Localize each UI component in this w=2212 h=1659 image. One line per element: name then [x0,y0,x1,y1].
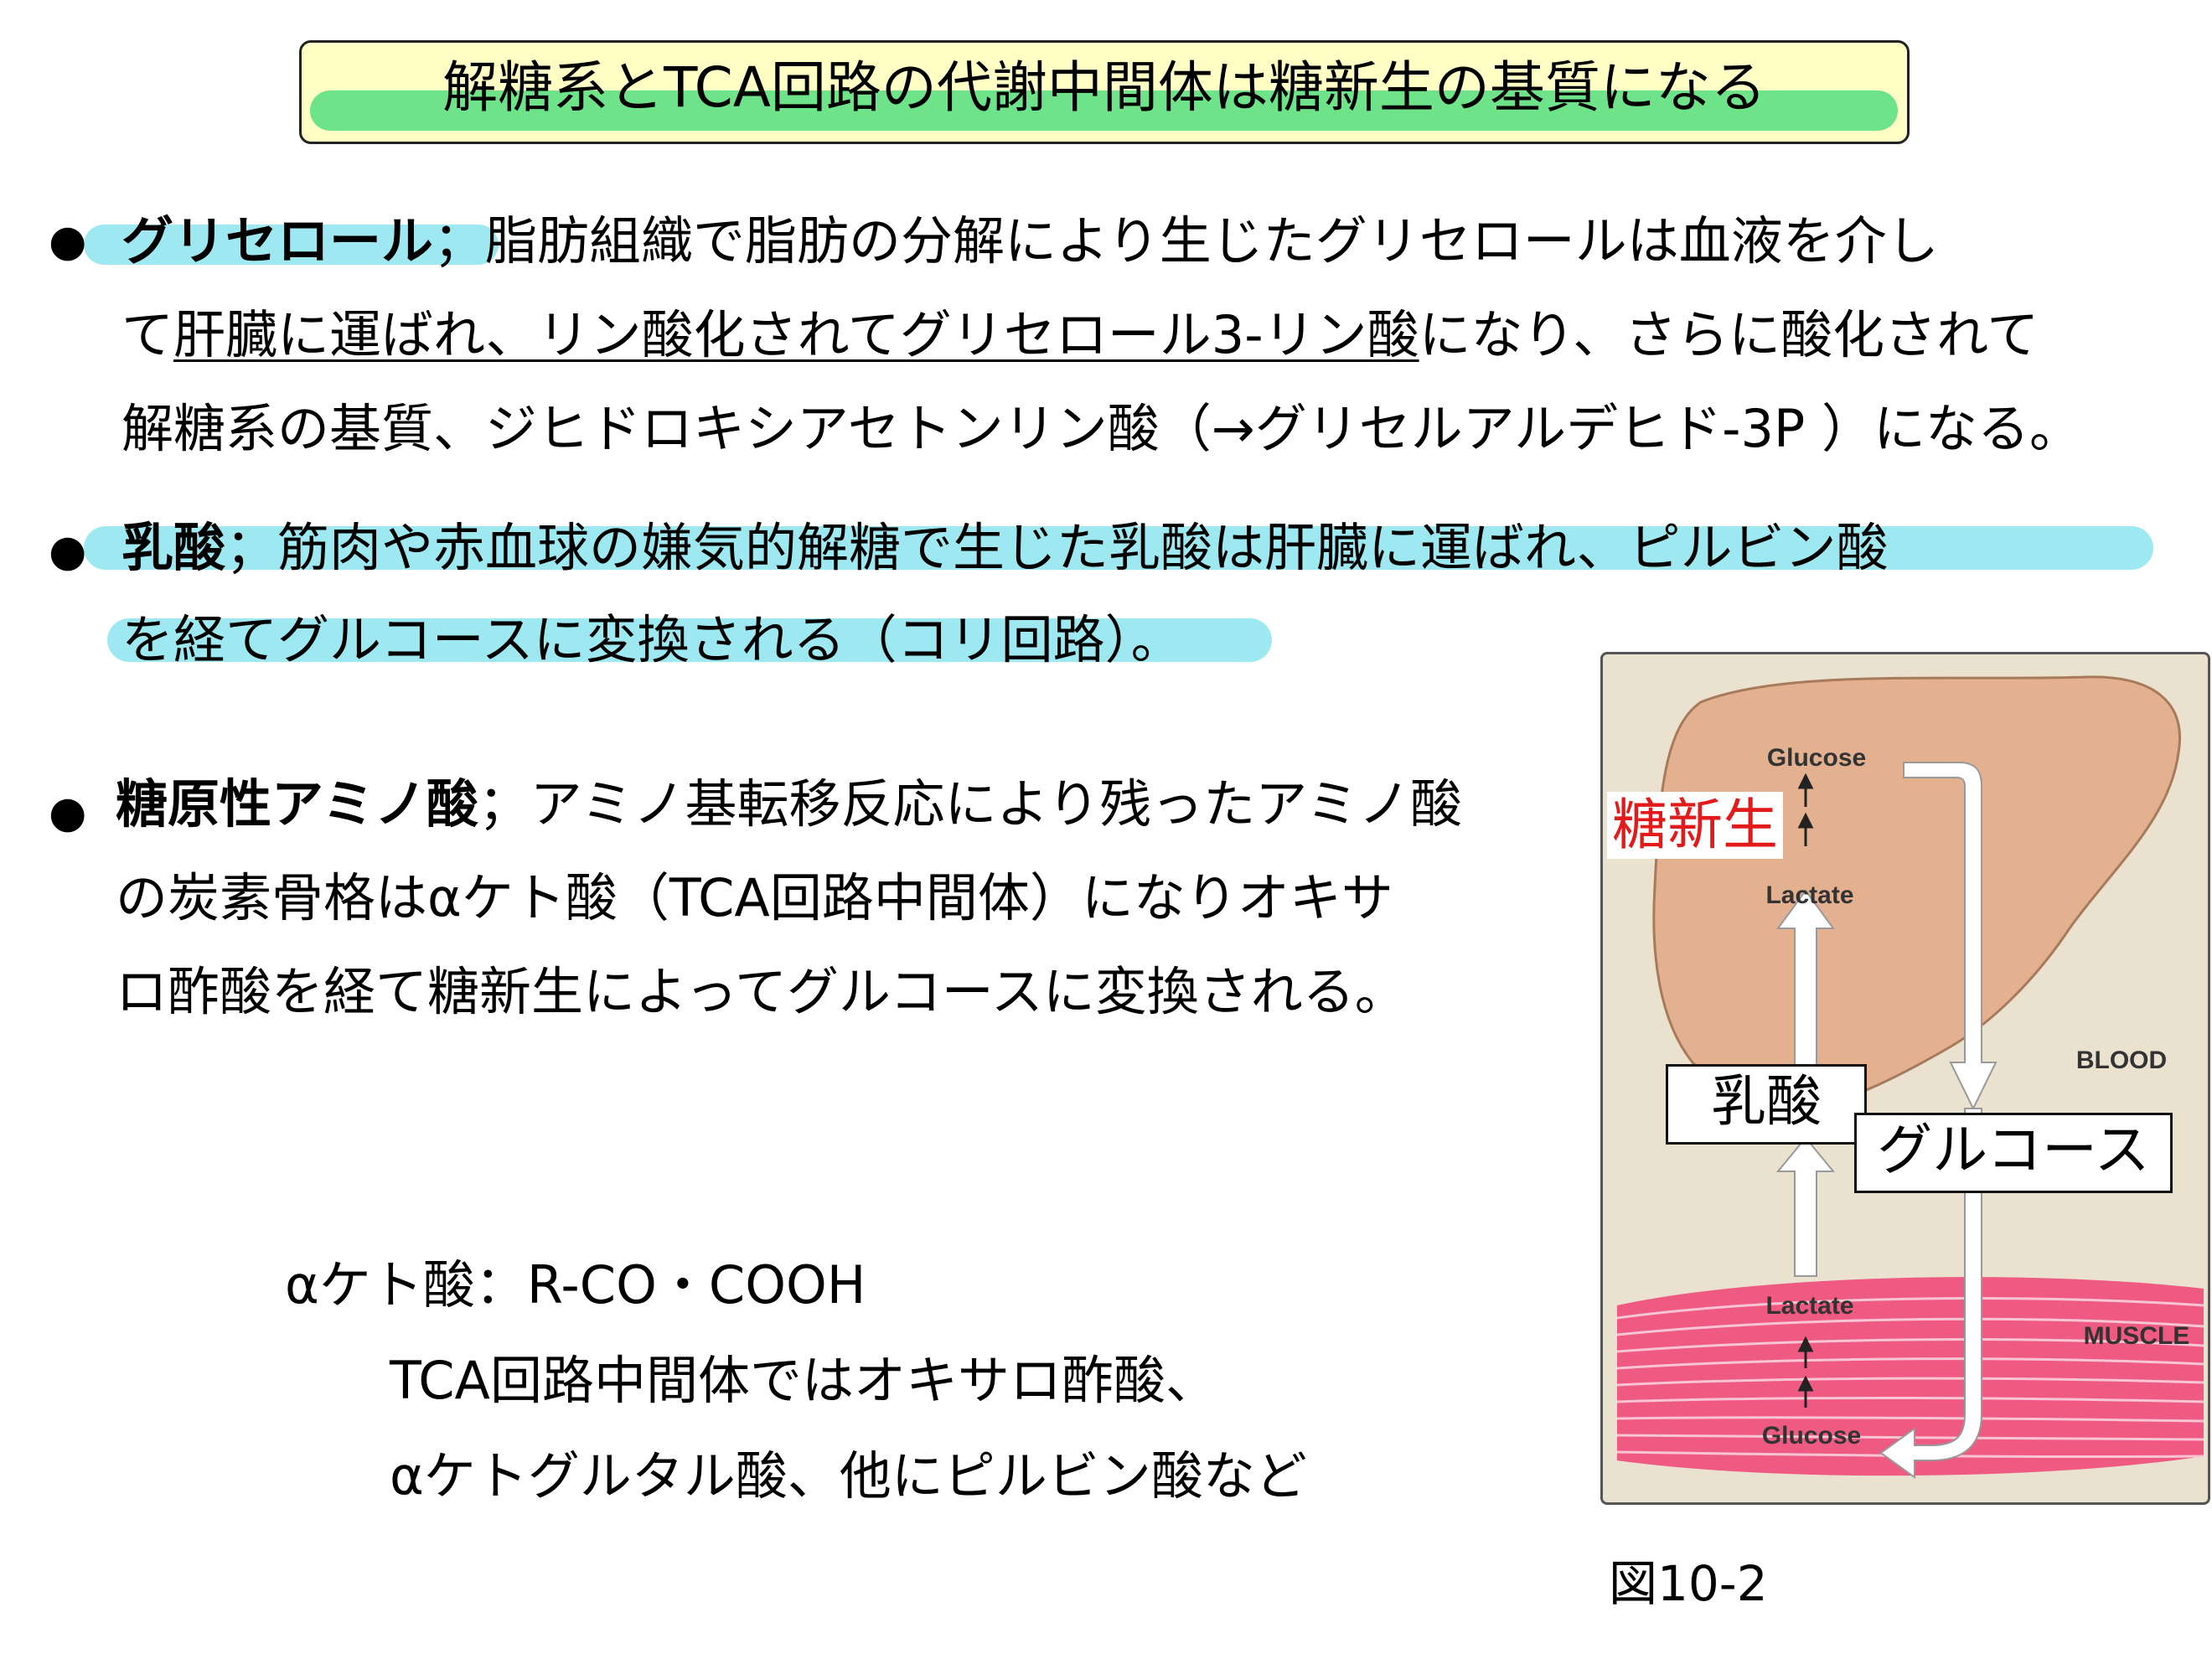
lactate-line2: を経てグルコースに変換される（コリ回路）。 [121,605,1183,675]
glycerol-text-2a: て [121,304,174,365]
bullet-marker: ● [49,788,87,838]
gluconeogenesis-label: 糖新生 [1607,792,1783,859]
glycerol-text-3: 解糖系の基質、ジヒドロキシアセトンリン酸（→グリセルアルデヒド-3P ）になる。 [121,398,2082,459]
amino-text-2: の炭素骨格はαケト酸（TCA回路中間体）になりオキサ [116,867,1393,928]
bullet-marker: ● [49,216,87,266]
glycerol-line1: グリセロール；脂肪組織で脂肪の分解により生じたグリセロールは血液を介し [121,206,1939,276]
blood-label: BLOOD [2076,1047,2167,1074]
bullet-marker: ● [49,526,87,576]
lactate-sep: ； [225,517,278,578]
page-title: 解糖系とTCA回路の代謝中間体は糖新生の基質になる [442,55,1766,120]
muscle-glucose-label: Glucose [1762,1422,1861,1450]
glucose-box: グルコース [1854,1113,2173,1193]
glycerol-line3: 解糖系の基質、ジヒドロキシアセトンリン酸（→グリセルアルデヒド-3P ）になる。 [121,394,2081,464]
amino-term: 糖原性アミノ酸 [116,773,478,835]
amino-text-1: アミノ基転移反応により残ったアミノ酸 [530,773,1463,835]
amino-line1: 糖原性アミノ酸；アミノ基転移反応により残ったアミノ酸 [116,769,1462,840]
lactate-text-2: を経てグルコースに変換される（コリ回路）。 [121,609,1183,670]
lactate-term: 乳酸 [121,517,226,578]
note-line3: αケトグルタル酸、他にピルビン酸など [390,1445,1307,1507]
liver-glucose-label: Glucose [1767,744,1866,772]
amino-sep: ； [478,773,530,835]
liver-lactate-label: Lactate [1765,881,1853,909]
lactate-line1: 乳酸；筋肉や赤血球の嫌気的解糖で生じた乳酸は肝臓に運ばれ、ピルビン酸 [121,513,1889,583]
liver-shape [1652,675,2181,1111]
glycerol-sep: ； [433,210,486,271]
glycerol-text-2b: になり、さらに酸化されて [1419,304,2039,365]
muscle-label: MUSCLE [2084,1322,2190,1350]
note-line1: αケト酸：R-CO・COOH [285,1254,866,1315]
muscle-lactate-label: Lactate [1765,1292,1853,1320]
glycerol-term: グリセロール [121,210,434,271]
amino-line2: の炭素骨格はαケト酸（TCA回路中間体）になりオキサ [116,863,1393,933]
glycerol-text-1: 脂肪組織で脂肪の分解により生じたグリセロールは血液を介し [485,210,1939,271]
glycerol-line2: て肝臓に運ばれ、リン酸化されてグリセロール3-リン酸になり、さらに酸化されて [121,300,2039,370]
lactate-box: 乳酸 [1666,1064,1867,1145]
figure-caption: 図10-2 [1609,1555,1768,1612]
amino-line3: ロ酢酸を経て糖新生によってグルコースに変換される。 [116,957,1407,1027]
lactate-flow-arrow-lower [1775,1136,1836,1277]
glycerol-text-2-underlined: 肝臓に運ばれ、リン酸化されてグリセロール3-リン酸 [173,304,1419,365]
amino-text-3: ロ酢酸を経て糖新生によってグルコースに変換される。 [116,961,1407,1022]
lactate-text-1: 筋肉や赤血球の嫌気的解糖で生じた乳酸は肝臓に運ばれ、ピルビン酸 [277,517,1889,578]
note-line2: TCA回路中間体ではオキサロ酢酸、 [390,1350,1217,1411]
